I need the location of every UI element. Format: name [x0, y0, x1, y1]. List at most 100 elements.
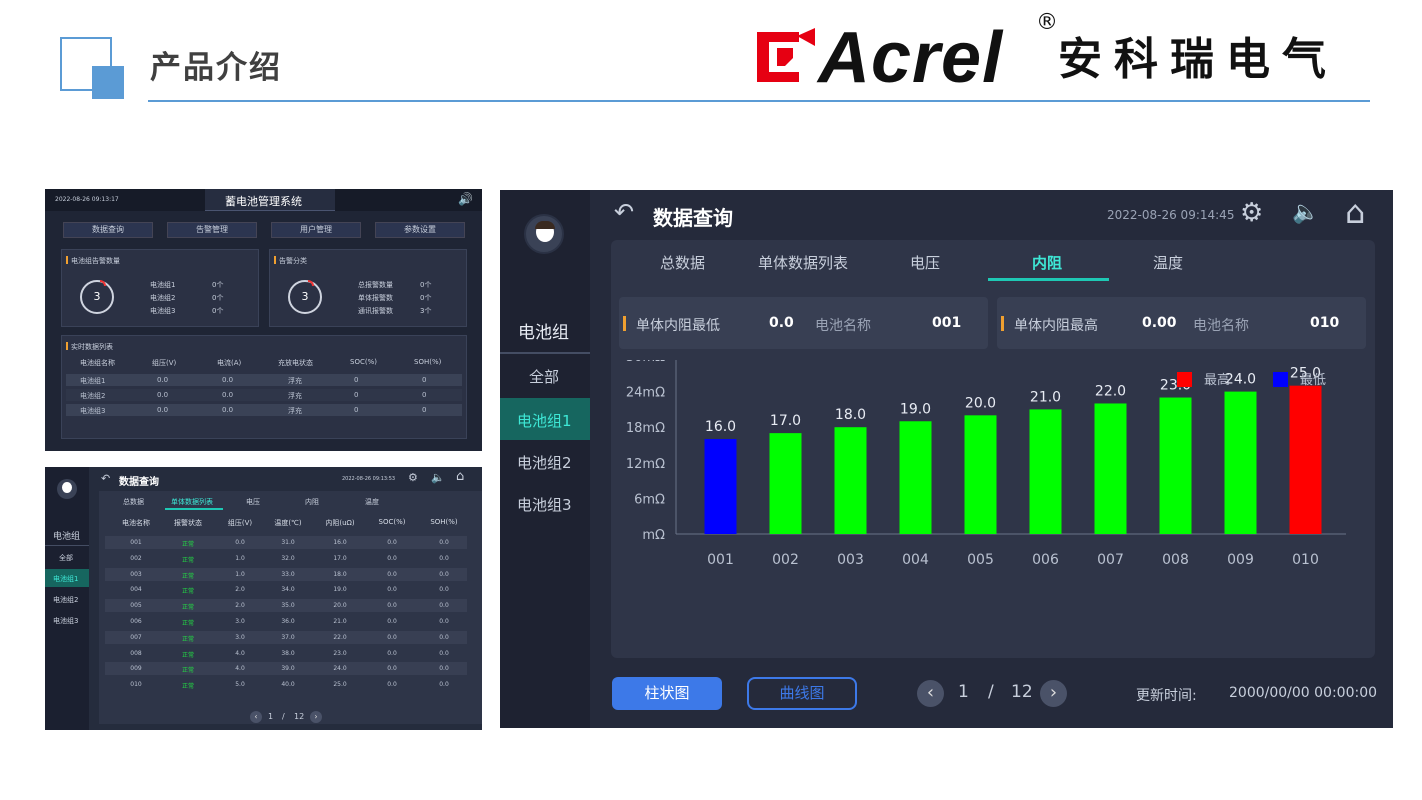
column-header: 温度(℃)	[274, 519, 302, 527]
avatar[interactable]	[524, 214, 564, 254]
table-cell: 0.0	[387, 681, 397, 689]
tab-temperature[interactable]: 温度	[365, 497, 379, 507]
sidebar: 电池组 全部 电池组1 电池组2 电池组3	[500, 190, 590, 728]
home-icon[interactable]: ⌂	[456, 469, 464, 484]
back-icon[interactable]: ↶	[101, 472, 110, 485]
update-time-value: 2000/00/00 00:00:00	[1229, 685, 1378, 701]
data-label: 21.0	[1030, 389, 1061, 405]
alarm-management-button[interactable]: 告警管理	[167, 222, 257, 238]
prev-page-button[interactable]: ‹	[250, 711, 262, 723]
page-number: 1	[268, 712, 274, 721]
table-cell: 0.0	[387, 649, 397, 657]
x-tick-label: 006	[1032, 552, 1059, 568]
table-row[interactable]: 电池组1 0.0 0.0 浮充 0 0	[66, 374, 462, 386]
table-cell: 0.0	[222, 406, 234, 414]
back-icon[interactable]: ↶	[614, 198, 634, 226]
parameter-settings-button[interactable]: 参数设置	[375, 222, 465, 238]
table-row[interactable]: 电池组3 0.0 0.0 浮充 0 0	[66, 404, 462, 416]
table-row[interactable]: 010 正常 5.0 40.0 25.0 0.0 0.0	[105, 678, 467, 692]
table-cell: 23.0	[333, 649, 347, 657]
table-cell: 21.0	[333, 618, 347, 625]
sidebar-title: 电池组	[53, 532, 81, 542]
table-cell: 0	[422, 391, 427, 399]
item-label: 总报警数量	[358, 281, 393, 289]
item-value: 0个	[212, 294, 224, 302]
sidebar-item-group3[interactable]: 电池组3	[53, 616, 78, 626]
data-label: 20.0	[965, 395, 996, 411]
table-cell: 0.0	[222, 376, 234, 384]
bar	[1029, 409, 1062, 534]
gear-icon[interactable]: ⚙	[408, 471, 418, 484]
y-tick-label: 24mΩ	[626, 386, 665, 401]
speaker-icon[interactable]: 🔈	[1292, 200, 1319, 225]
sidebar-item-all[interactable]: 全部	[59, 553, 73, 563]
tab-cell-list[interactable]: 单体数据列表	[171, 497, 213, 507]
table-row[interactable]: 003 正常 1.0 33.0 18.0 0.0 0.0	[105, 567, 467, 581]
tab-resistance[interactable]: 内阻	[1032, 252, 1062, 273]
y-tick-label: 6mΩ	[634, 492, 665, 507]
table-cell: 006	[130, 618, 142, 625]
next-page-button[interactable]: ›	[310, 711, 322, 723]
bar	[1224, 391, 1257, 534]
table-title: 实时数据列表	[71, 343, 113, 351]
table-row[interactable]: 001 正常 0.0 31.0 16.0 0.0 0.0	[105, 536, 467, 549]
table-cell: 正常	[181, 572, 194, 580]
y-tick-label: 30mΩ	[626, 360, 665, 365]
table-cell: 正常	[181, 541, 194, 548]
table-row[interactable]: 008 正常 4.0 38.0 23.0 0.0 0.0	[105, 646, 467, 660]
table-row[interactable]: 002 正常 1.0 32.0 17.0 0.0 0.0	[105, 551, 467, 565]
sidebar-item-all[interactable]: 全部	[529, 366, 559, 387]
item-label: 电池组2	[150, 294, 176, 302]
sidebar-item-group2[interactable]: 电池组2	[517, 452, 572, 473]
category-gauge: 3	[288, 280, 322, 314]
resistance-chart-screenshot: 电池组 全部 电池组1 电池组2 电池组3 ↶ 数据查询 2022-08-26 …	[500, 190, 1393, 728]
tab-voltage[interactable]: 电压	[246, 497, 260, 507]
speaker-icon[interactable]: 🔊	[458, 192, 473, 206]
registered-mark: ®	[1036, 10, 1058, 35]
table-cell: 16.0	[333, 539, 347, 546]
table-cell: 003	[130, 570, 142, 578]
tab-temperature[interactable]: 温度	[1153, 252, 1183, 273]
line-chart-button[interactable]: 曲线图	[747, 677, 857, 710]
tab-voltage[interactable]: 电压	[910, 252, 940, 273]
data-query-button[interactable]: 数据查询	[63, 222, 153, 238]
home-icon[interactable]: ⌂	[1345, 193, 1365, 231]
table-cell: 22.0	[333, 633, 347, 641]
table-row[interactable]: 004 正常 2.0 34.0 19.0 0.0 0.0	[105, 583, 467, 597]
table-cell: 33.0	[281, 570, 295, 578]
table-row[interactable]: 005 正常 2.0 35.0 20.0 0.0 0.0	[105, 599, 467, 613]
tab-resistance[interactable]: 内阻	[305, 497, 319, 507]
column-header: SOC(%)	[350, 358, 377, 366]
tab-total[interactable]: 总数据	[123, 497, 144, 507]
next-page-button[interactable]: ›	[1040, 680, 1067, 707]
avatar[interactable]	[57, 479, 77, 499]
table-cell: 0.0	[387, 602, 397, 610]
prev-page-button[interactable]: ‹	[917, 680, 944, 707]
bar	[834, 427, 867, 534]
table-cell: 0.0	[387, 586, 397, 594]
page-total: 12	[1011, 682, 1033, 702]
sidebar-item-group1[interactable]: 电池组1	[53, 574, 78, 584]
table-row[interactable]: 007 正常 3.0 37.0 22.0 0.0 0.0	[105, 630, 467, 644]
table-cell: 17.0	[333, 554, 347, 562]
table-row[interactable]: 电池组2 0.0 0.0 浮充 0 0	[66, 389, 462, 401]
bar-chart-button[interactable]: 柱状图	[612, 677, 722, 710]
sidebar-item-group3[interactable]: 电池组3	[517, 494, 572, 515]
table-row[interactable]: 009 正常 4.0 39.0 24.0 0.0 0.0	[105, 662, 467, 676]
table-cell: 3.0	[235, 633, 245, 641]
table-cell: 0	[354, 406, 359, 414]
x-tick-label: 001	[707, 552, 734, 568]
page-title: 数据查询	[119, 477, 159, 488]
sidebar-item-group1[interactable]: 电池组1	[517, 410, 572, 431]
speaker-icon[interactable]: 🔈	[431, 471, 445, 484]
table-row[interactable]: 006 正常 3.0 36.0 21.0 0.0 0.0	[105, 615, 467, 628]
tab-total[interactable]: 总数据	[660, 252, 705, 273]
tab-cell-list[interactable]: 单体数据列表	[758, 252, 848, 273]
title-decoration-fill	[92, 66, 124, 99]
column-header: SOH(%)	[430, 518, 458, 526]
item-value: 0个	[212, 281, 224, 289]
user-management-button[interactable]: 用户管理	[271, 222, 361, 238]
alarm-gauge: 3	[80, 280, 114, 314]
sidebar-item-group2[interactable]: 电池组2	[53, 595, 78, 605]
gear-icon[interactable]: ⚙	[1240, 198, 1263, 228]
